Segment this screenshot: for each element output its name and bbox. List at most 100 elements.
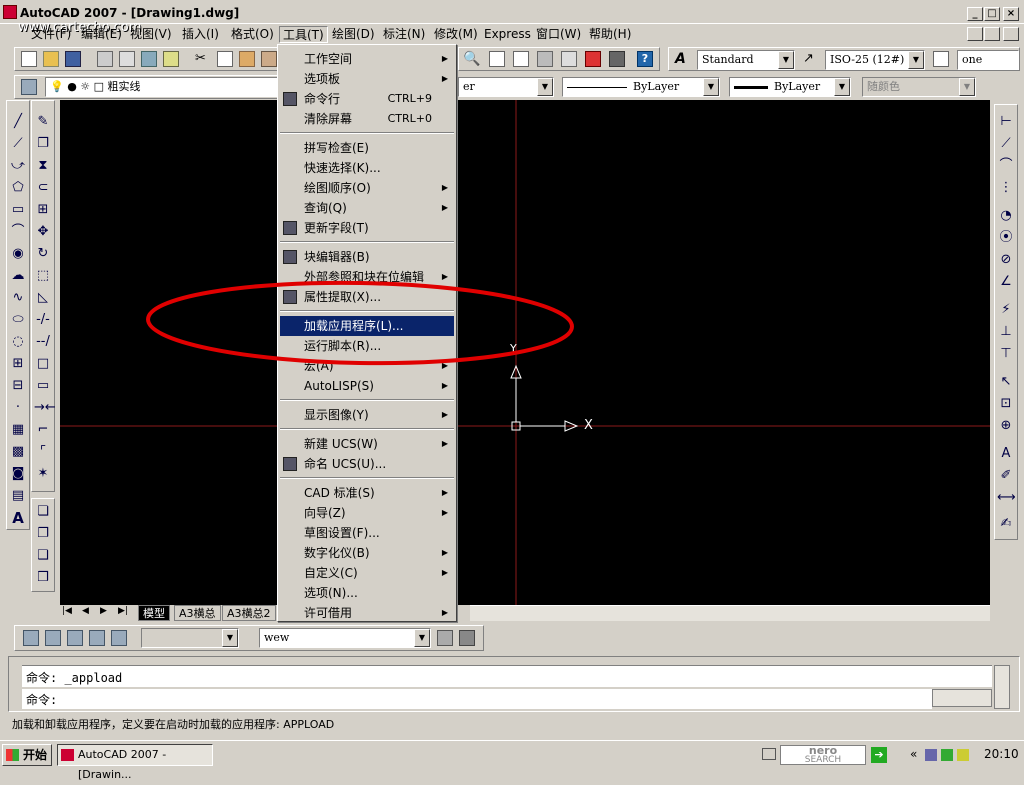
dim-edit-icon[interactable]: A (997, 445, 1015, 463)
go-icon[interactable]: ➔ (871, 747, 887, 763)
tray-pen-icon[interactable] (957, 749, 969, 761)
ellipse-arc-icon[interactable]: ◌ (9, 333, 27, 351)
angular-dim-icon[interactable]: ∠ (997, 273, 1015, 291)
tools-menu-item[interactable]: 宏(A) ▶ (280, 356, 454, 376)
polygon-icon[interactable]: ⬠ (9, 179, 27, 197)
rotate-icon[interactable]: ↻ (34, 245, 52, 263)
revision-cloud-icon[interactable]: ☁ (9, 267, 27, 285)
clip-viewport-icon[interactable] (111, 630, 127, 646)
tools-menu-item[interactable]: 选项(N)... (280, 583, 454, 603)
menu-modify[interactable]: 修改(M) (431, 26, 481, 43)
ellipse-icon[interactable]: ⬭ (9, 311, 27, 329)
sheet-set-icon[interactable] (561, 51, 577, 67)
menu-draw[interactable]: 绘图(D) (329, 26, 378, 43)
print-icon[interactable] (97, 51, 113, 67)
layer-select[interactable]: 💡 ● ☼ □ 粗实线 (45, 77, 279, 97)
polyline-icon[interactable]: ⤻ (9, 157, 27, 175)
center-mark-icon[interactable]: ⊕ (997, 417, 1015, 435)
multiline-text-icon[interactable]: A (9, 509, 27, 527)
maximize-button[interactable]: □ (984, 7, 1000, 21)
move-icon[interactable]: ✥ (34, 223, 52, 241)
arc-icon[interactable]: ⌒ (9, 223, 27, 241)
send-to-back-icon[interactable]: ❐ (34, 525, 52, 543)
offset-icon[interactable]: ⊂ (34, 179, 52, 197)
text-style-select[interactable]: Standard ▼ (697, 50, 795, 70)
line-icon[interactable]: ╱ (9, 113, 27, 131)
tools-menu-item[interactable]: 工作空间 ▶ (280, 49, 454, 69)
linetype-select[interactable]: ByLayer ▼ (562, 77, 720, 97)
tab-model[interactable]: 模型 (138, 605, 170, 621)
menu-view[interactable]: 视图(V) (127, 26, 175, 43)
object-viewport-icon[interactable] (89, 630, 105, 646)
quick-dim-icon[interactable]: ⚡ (997, 301, 1015, 319)
tools-menu-item[interactable]: 外部参照和块在位编辑 ▶ (280, 267, 454, 287)
tools-menu-item[interactable]: 运行脚本(R)... (280, 336, 454, 356)
plotstyle-select[interactable]: 随颜色 ▼ (862, 77, 976, 97)
bring-to-front-icon[interactable]: ❏ (34, 503, 52, 521)
tray-antivirus-icon[interactable] (941, 749, 953, 761)
spline-icon[interactable]: ∿ (9, 289, 27, 307)
chevron-down-icon[interactable]: ▼ (959, 78, 975, 96)
erase-icon[interactable]: ✎ (34, 113, 52, 131)
dim-style-icon[interactable]: ↗ (803, 51, 819, 67)
circle-icon[interactable]: ◉ (9, 245, 27, 263)
menu-tools[interactable]: 工具(T) (279, 26, 328, 43)
scale-icon[interactable]: ⬚ (34, 267, 52, 285)
publish-icon[interactable] (141, 51, 157, 67)
tools-menu-item[interactable]: AutoLISP(S) ▶ (280, 376, 454, 396)
menu-format[interactable]: 格式(O) (228, 26, 277, 43)
explode-icon[interactable]: ✶ (34, 465, 52, 483)
rectangle-icon[interactable]: ▭ (9, 201, 27, 219)
point-icon[interactable]: · (9, 399, 27, 417)
polygon-viewport-icon[interactable] (67, 630, 83, 646)
make-block-icon[interactable]: ⊟ (9, 377, 27, 395)
dim-text-edit-icon[interactable]: ✐ (997, 467, 1015, 485)
markup-icon[interactable] (585, 51, 601, 67)
array-icon[interactable]: ⊞ (34, 201, 52, 219)
tools-menu-item[interactable]: 自定义(C) ▶ (280, 563, 454, 583)
dim-style-select[interactable]: ISO-25 (12#) ▼ (825, 50, 925, 70)
color-select[interactable]: er ▼ (458, 77, 554, 97)
help-icon[interactable]: ? (637, 51, 653, 67)
tools-menu-item[interactable]: 块编辑器(B) (280, 247, 454, 267)
tools-menu-item[interactable]: 显示图像(Y) ▶ (280, 405, 454, 425)
qleader-icon[interactable]: ↖ (997, 373, 1015, 391)
chevron-down-icon[interactable]: ▼ (414, 629, 430, 647)
doc-restore-button[interactable] (984, 27, 1000, 41)
tray-network-icon[interactable] (925, 749, 937, 761)
keyboard-icon[interactable] (762, 748, 776, 760)
break-icon[interactable]: ▭ (34, 377, 52, 395)
cut-icon[interactable]: ✂ (195, 51, 211, 67)
dim-style-tool-icon[interactable]: ✍ (997, 515, 1015, 533)
chevron-down-icon[interactable]: ▼ (834, 78, 850, 96)
tools-menu-item[interactable]: 查询(Q) ▶ (280, 198, 454, 218)
doc-minimize-button[interactable] (967, 27, 983, 41)
dim-update-icon[interactable]: ⟷ (997, 489, 1016, 507)
bring-above-icon[interactable]: ❑ (34, 547, 52, 565)
linear-dim-icon[interactable]: ⊢ (997, 113, 1015, 131)
tab-last-icon[interactable]: ▶| (118, 606, 128, 616)
properties-icon[interactable] (489, 51, 505, 67)
viewport-icon[interactable] (23, 630, 39, 646)
open-icon[interactable] (43, 51, 59, 67)
table-style-select[interactable]: one (957, 50, 1019, 70)
calculator-icon[interactable] (609, 51, 625, 67)
tools-menu-item[interactable]: CAD 标准(S) ▶ (280, 483, 454, 503)
tools-menu-item[interactable]: 新建 UCS(W) ▶ (280, 434, 454, 454)
tools-menu-item[interactable]: 属性提取(X)... (280, 287, 454, 307)
tools-menu-item[interactable]: 命令行 CTRL+9 (280, 89, 454, 109)
arc-length-icon[interactable]: ⌒ (997, 157, 1015, 175)
layer-manager-icon[interactable] (21, 79, 37, 95)
new-icon[interactable] (21, 51, 37, 67)
save-icon[interactable] (65, 51, 81, 67)
paste-icon[interactable] (239, 51, 255, 67)
tools-menu-item[interactable]: 快速选择(K)... (280, 158, 454, 178)
insert-block-icon[interactable]: ⊞ (9, 355, 27, 373)
jogged-dim-icon[interactable]: ⦿ (997, 229, 1015, 247)
table-style-icon[interactable] (933, 51, 949, 67)
tools-menu-item[interactable]: 绘图顺序(O) ▶ (280, 178, 454, 198)
menu-edit[interactable]: 编辑(E) (78, 26, 125, 43)
join-icon[interactable]: →← (34, 399, 56, 417)
start-button[interactable]: 开始 (2, 744, 52, 766)
chevron-down-icon[interactable]: ▼ (778, 51, 794, 69)
